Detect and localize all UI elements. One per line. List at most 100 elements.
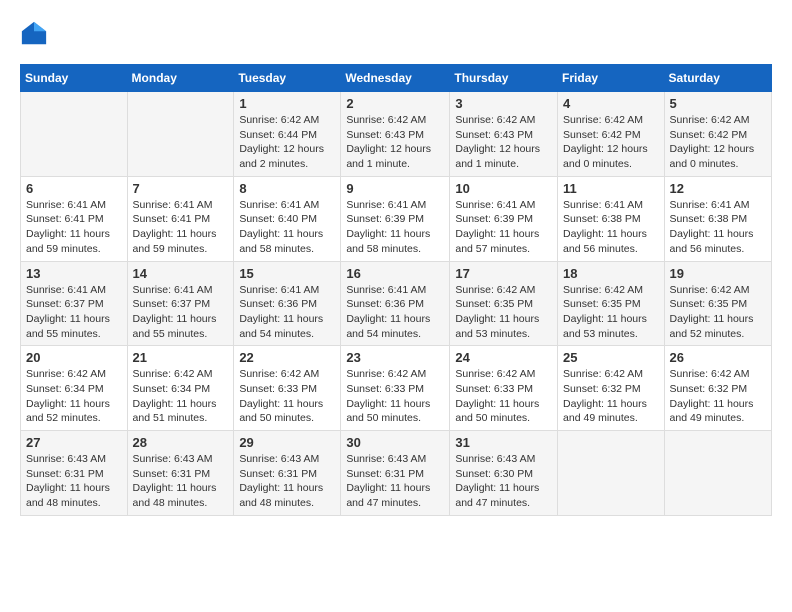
day-number: 28 xyxy=(133,435,229,450)
day-number: 22 xyxy=(239,350,335,365)
calendar-cell: 26Sunrise: 6:42 AM Sunset: 6:32 PM Dayli… xyxy=(664,346,771,431)
day-number: 18 xyxy=(563,266,659,281)
calendar-cell: 8 Sunrise: 6:41 AM Sunset: 6:40 PM Daylig… xyxy=(234,176,341,261)
weekday-header: Friday xyxy=(558,65,665,92)
day-number: 23 xyxy=(346,350,444,365)
day-number: 7 xyxy=(133,181,229,196)
calendar-cell xyxy=(127,92,234,177)
day-info: Sunrise: 6:42 AM Sunset: 6:35 PM Dayligh… xyxy=(455,283,552,342)
calendar-cell xyxy=(21,92,128,177)
weekday-header: Tuesday xyxy=(234,65,341,92)
day-info: Sunrise: 6:43 AM Sunset: 6:31 PM Dayligh… xyxy=(26,452,122,511)
day-number: 9 xyxy=(346,181,444,196)
calendar-cell: 23 Sunrise: 6:42 AM Sunset: 6:33 PM Dayli… xyxy=(341,346,450,431)
day-number: 3 xyxy=(455,96,552,111)
calendar-cell xyxy=(664,431,771,516)
page-header xyxy=(20,20,772,48)
calendar-cell: 5 Sunrise: 6:42 AM Sunset: 6:42 PM Daylig… xyxy=(664,92,771,177)
calendar-cell: 27 Sunrise: 6:43 AM Sunset: 6:31 PM Dayli… xyxy=(21,431,128,516)
day-number: 30 xyxy=(346,435,444,450)
calendar-cell: 14 Sunrise: 6:41 AM Sunset: 6:37 PM Dayli… xyxy=(127,261,234,346)
day-info: Sunrise: 6:43 AM Sunset: 6:30 PM Dayligh… xyxy=(455,452,552,511)
day-info: Sunrise: 6:42 AM Sunset: 6:43 PM Dayligh… xyxy=(455,113,552,172)
day-info: Sunrise: 6:42 AM Sunset: 6:33 PM Dayligh… xyxy=(346,367,444,426)
calendar-cell: 18 Sunrise: 6:42 AM Sunset: 6:35 PM Dayli… xyxy=(558,261,665,346)
calendar-week-row: 6 Sunrise: 6:41 AM Sunset: 6:41 PM Daylig… xyxy=(21,176,772,261)
weekday-header: Wednesday xyxy=(341,65,450,92)
day-info: Sunrise: 6:42 AM Sunset: 6:35 PM Dayligh… xyxy=(563,283,659,342)
calendar-week-row: 13 Sunrise: 6:41 AM Sunset: 6:37 PM Dayli… xyxy=(21,261,772,346)
calendar-week-row: 20Sunrise: 6:42 AM Sunset: 6:34 PM Dayli… xyxy=(21,346,772,431)
calendar-cell: 6Sunrise: 6:41 AM Sunset: 6:41 PM Daylig… xyxy=(21,176,128,261)
day-number: 1 xyxy=(239,96,335,111)
logo xyxy=(20,20,52,48)
day-number: 15 xyxy=(239,266,335,281)
calendar-cell: 13 Sunrise: 6:41 AM Sunset: 6:37 PM Dayli… xyxy=(21,261,128,346)
calendar-cell: 9 Sunrise: 6:41 AM Sunset: 6:39 PM Daylig… xyxy=(341,176,450,261)
calendar-cell: 24 Sunrise: 6:42 AM Sunset: 6:33 PM Dayli… xyxy=(450,346,558,431)
calendar-cell: 11Sunrise: 6:41 AM Sunset: 6:38 PM Dayli… xyxy=(558,176,665,261)
day-number: 4 xyxy=(563,96,659,111)
day-info: Sunrise: 6:42 AM Sunset: 6:32 PM Dayligh… xyxy=(563,367,659,426)
calendar-cell: 28 Sunrise: 6:43 AM Sunset: 6:31 PM Dayli… xyxy=(127,431,234,516)
day-number: 26 xyxy=(670,350,766,365)
calendar-cell xyxy=(558,431,665,516)
day-info: Sunrise: 6:41 AM Sunset: 6:37 PM Dayligh… xyxy=(26,283,122,342)
day-info: Sunrise: 6:41 AM Sunset: 6:40 PM Dayligh… xyxy=(239,198,335,257)
day-info: Sunrise: 6:42 AM Sunset: 6:34 PM Dayligh… xyxy=(26,367,122,426)
day-info: Sunrise: 6:42 AM Sunset: 6:33 PM Dayligh… xyxy=(455,367,552,426)
day-number: 27 xyxy=(26,435,122,450)
day-number: 5 xyxy=(670,96,766,111)
calendar-cell: 30 Sunrise: 6:43 AM Sunset: 6:31 PM Dayli… xyxy=(341,431,450,516)
day-number: 8 xyxy=(239,181,335,196)
weekday-header: Sunday xyxy=(21,65,128,92)
day-info: Sunrise: 6:41 AM Sunset: 6:39 PM Dayligh… xyxy=(346,198,444,257)
calendar-cell: 31 Sunrise: 6:43 AM Sunset: 6:30 PM Dayli… xyxy=(450,431,558,516)
day-number: 31 xyxy=(455,435,552,450)
calendar-cell: 17 Sunrise: 6:42 AM Sunset: 6:35 PM Dayli… xyxy=(450,261,558,346)
day-info: Sunrise: 6:41 AM Sunset: 6:36 PM Dayligh… xyxy=(346,283,444,342)
day-number: 11 xyxy=(563,181,659,196)
weekday-header: Monday xyxy=(127,65,234,92)
day-info: Sunrise: 6:41 AM Sunset: 6:36 PM Dayligh… xyxy=(239,283,335,342)
day-info: Sunrise: 6:43 AM Sunset: 6:31 PM Dayligh… xyxy=(133,452,229,511)
day-number: 12 xyxy=(670,181,766,196)
calendar-cell: 3 Sunrise: 6:42 AM Sunset: 6:43 PM Daylig… xyxy=(450,92,558,177)
day-info: Sunrise: 6:42 AM Sunset: 6:42 PM Dayligh… xyxy=(670,113,766,172)
calendar-week-row: 27 Sunrise: 6:43 AM Sunset: 6:31 PM Dayli… xyxy=(21,431,772,516)
day-number: 10 xyxy=(455,181,552,196)
day-number: 25 xyxy=(563,350,659,365)
weekday-header: Saturday xyxy=(664,65,771,92)
logo-icon xyxy=(20,20,48,48)
day-info: Sunrise: 6:41 AM Sunset: 6:37 PM Dayligh… xyxy=(133,283,229,342)
day-number: 13 xyxy=(26,266,122,281)
day-info: Sunrise: 6:43 AM Sunset: 6:31 PM Dayligh… xyxy=(239,452,335,511)
day-number: 16 xyxy=(346,266,444,281)
day-number: 6 xyxy=(26,181,122,196)
calendar-cell: 4 Sunrise: 6:42 AM Sunset: 6:42 PM Daylig… xyxy=(558,92,665,177)
day-info: Sunrise: 6:41 AM Sunset: 6:38 PM Dayligh… xyxy=(670,198,766,257)
calendar-cell: 16 Sunrise: 6:41 AM Sunset: 6:36 PM Dayli… xyxy=(341,261,450,346)
day-info: Sunrise: 6:43 AM Sunset: 6:31 PM Dayligh… xyxy=(346,452,444,511)
calendar-cell: 15 Sunrise: 6:41 AM Sunset: 6:36 PM Dayli… xyxy=(234,261,341,346)
day-number: 24 xyxy=(455,350,552,365)
calendar-cell: 25 Sunrise: 6:42 AM Sunset: 6:32 PM Dayli… xyxy=(558,346,665,431)
calendar-header-row: SundayMondayTuesdayWednesdayThursdayFrid… xyxy=(21,65,772,92)
calendar-cell: 22Sunrise: 6:42 AM Sunset: 6:33 PM Dayli… xyxy=(234,346,341,431)
day-info: Sunrise: 6:42 AM Sunset: 6:43 PM Dayligh… xyxy=(346,113,444,172)
day-info: Sunrise: 6:42 AM Sunset: 6:34 PM Dayligh… xyxy=(133,367,229,426)
day-number: 17 xyxy=(455,266,552,281)
calendar-cell: 1 Sunrise: 6:42 AM Sunset: 6:44 PM Daylig… xyxy=(234,92,341,177)
calendar-week-row: 1 Sunrise: 6:42 AM Sunset: 6:44 PM Daylig… xyxy=(21,92,772,177)
day-info: Sunrise: 6:41 AM Sunset: 6:41 PM Dayligh… xyxy=(133,198,229,257)
calendar-cell: 29Sunrise: 6:43 AM Sunset: 6:31 PM Dayli… xyxy=(234,431,341,516)
calendar-cell: 12 Sunrise: 6:41 AM Sunset: 6:38 PM Dayli… xyxy=(664,176,771,261)
calendar-cell: 21 Sunrise: 6:42 AM Sunset: 6:34 PM Dayli… xyxy=(127,346,234,431)
day-number: 21 xyxy=(133,350,229,365)
calendar-table: SundayMondayTuesdayWednesdayThursdayFrid… xyxy=(20,64,772,516)
day-info: Sunrise: 6:42 AM Sunset: 6:42 PM Dayligh… xyxy=(563,113,659,172)
day-info: Sunrise: 6:41 AM Sunset: 6:39 PM Dayligh… xyxy=(455,198,552,257)
calendar-cell: 20Sunrise: 6:42 AM Sunset: 6:34 PM Dayli… xyxy=(21,346,128,431)
day-info: Sunrise: 6:42 AM Sunset: 6:44 PM Dayligh… xyxy=(239,113,335,172)
day-number: 14 xyxy=(133,266,229,281)
